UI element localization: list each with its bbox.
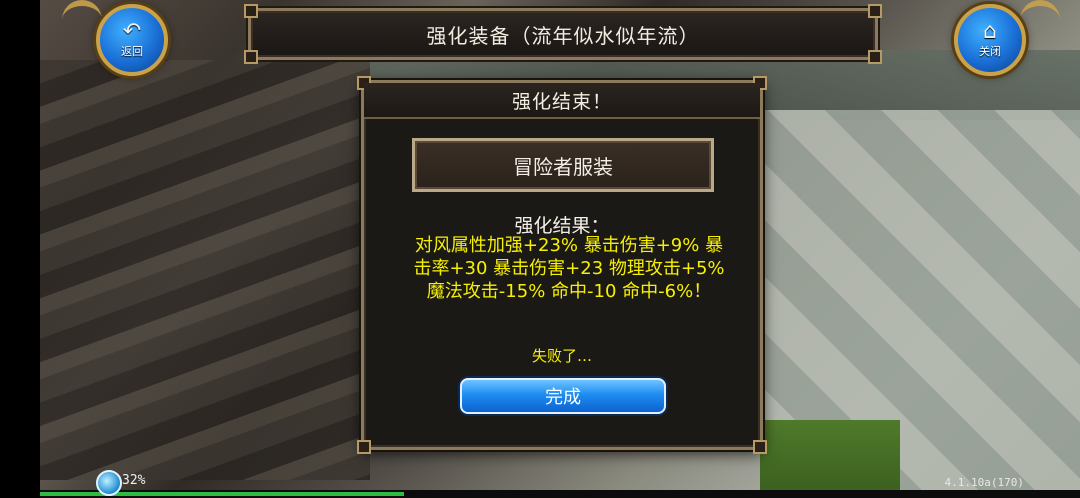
done-button-label: 完成 (545, 387, 581, 408)
title-corner-ornament (244, 50, 258, 64)
background-grass (760, 420, 900, 498)
left-bezel (0, 0, 40, 498)
background-wall (40, 60, 370, 480)
dialog-title: 强化结束！ (364, 83, 760, 119)
close-button-ornament (1020, 0, 1060, 68)
home-icon: ⌂ (983, 19, 997, 44)
back-button[interactable]: ↶ 返回 (96, 4, 168, 76)
network-status-icon (96, 470, 122, 496)
window-title: 强化装备（流年似水似年流） (426, 23, 700, 48)
result-line: 魔法攻击-15% 命中-10 命中-6%！ (426, 281, 712, 302)
window-title-bar: 强化装备（流年似水似年流） (244, 4, 882, 64)
version-label: 4.1.10a(170) (944, 476, 1024, 489)
title-corner-ornament (868, 50, 882, 64)
close-button[interactable]: ⌂ 关闭 (954, 4, 1026, 76)
result-line: 击率+30 暴击伤害+23 物理攻击+5% (413, 258, 725, 279)
loading-bar-fill (40, 492, 404, 496)
close-button-label: 关闭 (979, 45, 1001, 58)
enhance-result-dialog: 强化结束！ 冒险者服装 强化结果： 对风属性加强+23% 暴击伤害+9% 暴 击… (357, 76, 767, 454)
fail-message: 失败了… (531, 347, 592, 365)
dialog-corner-ornament (753, 440, 767, 454)
result-stats: 对风属性加强+23% 暴击伤害+9% 暴 击率+30 暴击伤害+23 物理攻击+… (388, 234, 750, 303)
done-button[interactable]: 完成 (460, 378, 666, 414)
game-screen: ↶ 返回 强化装备（流年似水似年流） ⌂ 关闭 强化结束！ 冒险者服装 强化结果… (0, 0, 1080, 498)
item-name: 冒险者服装 (513, 154, 613, 179)
item-name-box: 冒险者服装 (412, 138, 714, 192)
return-arrow-icon: ↶ (122, 19, 142, 44)
result-line: 对风属性加强+23% 暴击伤害+9% 暴 (414, 235, 724, 256)
percent-readout: 32% (122, 473, 146, 488)
dialog-corner-ornament (357, 440, 371, 454)
back-button-label: 返回 (121, 45, 143, 58)
title-corner-ornament (244, 4, 258, 18)
title-corner-ornament (868, 4, 882, 18)
